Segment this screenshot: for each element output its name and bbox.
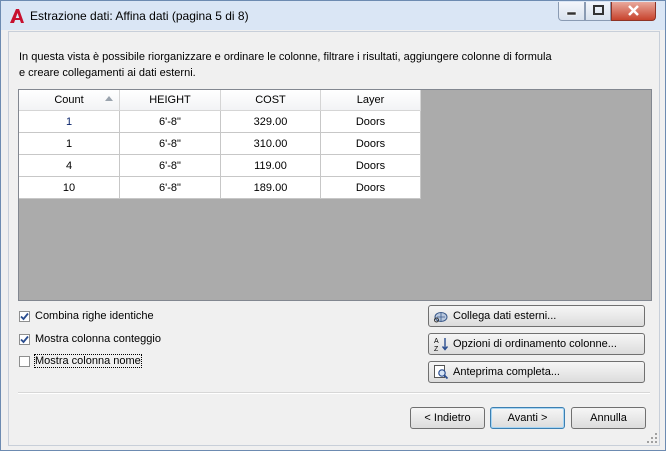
preview-magnifier-icon xyxy=(434,365,449,380)
show-count-column-label: Mostra colonna conteggio xyxy=(35,333,161,345)
full-preview-label: Anteprima completa... xyxy=(453,366,560,378)
next-button[interactable]: Avanti > xyxy=(490,407,565,429)
back-button[interactable]: < Indietro xyxy=(410,407,485,429)
table-row[interactable]: 1 6'-8" 329.00 Doors xyxy=(19,110,421,133)
cell-height[interactable]: 6'-8" xyxy=(119,110,221,133)
svg-text:Z: Z xyxy=(434,346,439,352)
cell-height[interactable]: 6'-8" xyxy=(119,132,221,155)
show-name-column-checkbox[interactable] xyxy=(19,355,30,367)
column-header-height[interactable]: HEIGHT xyxy=(119,90,221,111)
title-bar[interactable]: Estrazione dati: Affina dati (pagina 5 d… xyxy=(1,1,665,30)
next-button-label: Avanti > xyxy=(507,412,548,424)
cell-count[interactable]: 10 xyxy=(19,176,120,199)
resize-grip-icon[interactable] xyxy=(647,433,657,443)
autocad-logo-icon xyxy=(10,9,24,23)
svg-text:A: A xyxy=(434,338,439,345)
cell-height[interactable]: 6'-8" xyxy=(119,154,221,177)
table-row[interactable]: 4 6'-8" 119.00 Doors xyxy=(19,154,421,177)
table-row[interactable]: 10 6'-8" 189.00 Doors xyxy=(19,176,421,199)
sort-az-icon: A Z xyxy=(434,338,449,352)
cancel-button[interactable]: Annulla xyxy=(571,407,646,429)
dialog-content: In questa vista è possibile riorganizzar… xyxy=(8,31,660,446)
cell-layer[interactable]: Doors xyxy=(320,176,421,199)
back-button-label: < Indietro xyxy=(424,412,471,424)
table-row[interactable]: 1 6'-8" 310.00 Doors xyxy=(19,132,421,155)
column-header-count[interactable]: Count xyxy=(19,90,120,111)
show-name-column-label: Mostra colonna nome xyxy=(34,354,142,368)
cell-cost[interactable]: 310.00 xyxy=(220,132,321,155)
data-grid[interactable]: Count HEIGHT COST Layer 1 6'-8" 329.00 D… xyxy=(18,89,652,301)
window-title: Estrazione dati: Affina dati (pagina 5 d… xyxy=(30,9,249,23)
cancel-button-label: Annulla xyxy=(590,412,627,424)
full-preview-button[interactable]: Anteprima completa... xyxy=(428,361,645,383)
cell-count[interactable]: 4 xyxy=(19,154,120,177)
maximize-button[interactable] xyxy=(585,2,611,21)
sort-columns-options-label: Opzioni di ordinamento colonne... xyxy=(453,338,617,350)
page-description: In questa vista è possibile riorganizzar… xyxy=(19,51,552,79)
sort-ascending-icon xyxy=(105,96,113,101)
footer-separator xyxy=(18,392,650,394)
cell-cost[interactable]: 189.00 xyxy=(220,176,321,199)
cell-layer[interactable]: Doors xyxy=(320,154,421,177)
checkmark-icon xyxy=(20,312,29,320)
data-table: Count HEIGHT COST Layer 1 6'-8" 329.00 D… xyxy=(19,90,421,199)
sort-columns-options-button[interactable]: A Z Opzioni di ordinamento colonne... xyxy=(428,333,645,355)
checkmark-icon xyxy=(20,335,29,343)
link-data-icon xyxy=(434,312,448,323)
option-show-name-column[interactable]: Mostra colonna nome xyxy=(19,353,142,369)
maximize-icon xyxy=(593,5,604,15)
cell-height[interactable]: 6'-8" xyxy=(119,176,221,199)
option-combine-rows[interactable]: Combina righe identiche xyxy=(19,308,154,324)
dialog-window: Estrazione dati: Affina dati (pagina 5 d… xyxy=(0,0,666,451)
cell-count[interactable]: 1 xyxy=(19,110,120,133)
link-external-data-button[interactable]: Collega dati esterni... xyxy=(428,305,645,327)
cell-layer[interactable]: Doors xyxy=(320,110,421,133)
combine-rows-checkbox[interactable] xyxy=(19,310,30,322)
close-button[interactable] xyxy=(611,2,656,21)
cell-count[interactable]: 1 xyxy=(19,132,120,155)
link-external-data-label: Collega dati esterni... xyxy=(453,310,557,322)
table-header-row: Count HEIGHT COST Layer xyxy=(19,90,421,111)
minimize-button[interactable] xyxy=(558,2,585,21)
cell-cost[interactable]: 329.00 xyxy=(220,110,321,133)
combine-rows-label: Combina righe identiche xyxy=(35,310,154,322)
close-icon xyxy=(628,5,639,16)
column-header-cost[interactable]: COST xyxy=(220,90,321,111)
column-header-layer[interactable]: Layer xyxy=(320,90,421,111)
cell-layer[interactable]: Doors xyxy=(320,132,421,155)
cell-cost[interactable]: 119.00 xyxy=(220,154,321,177)
option-show-count-column[interactable]: Mostra colonna conteggio xyxy=(19,331,161,347)
minimize-icon xyxy=(566,11,577,16)
show-count-column-checkbox[interactable] xyxy=(19,333,30,345)
